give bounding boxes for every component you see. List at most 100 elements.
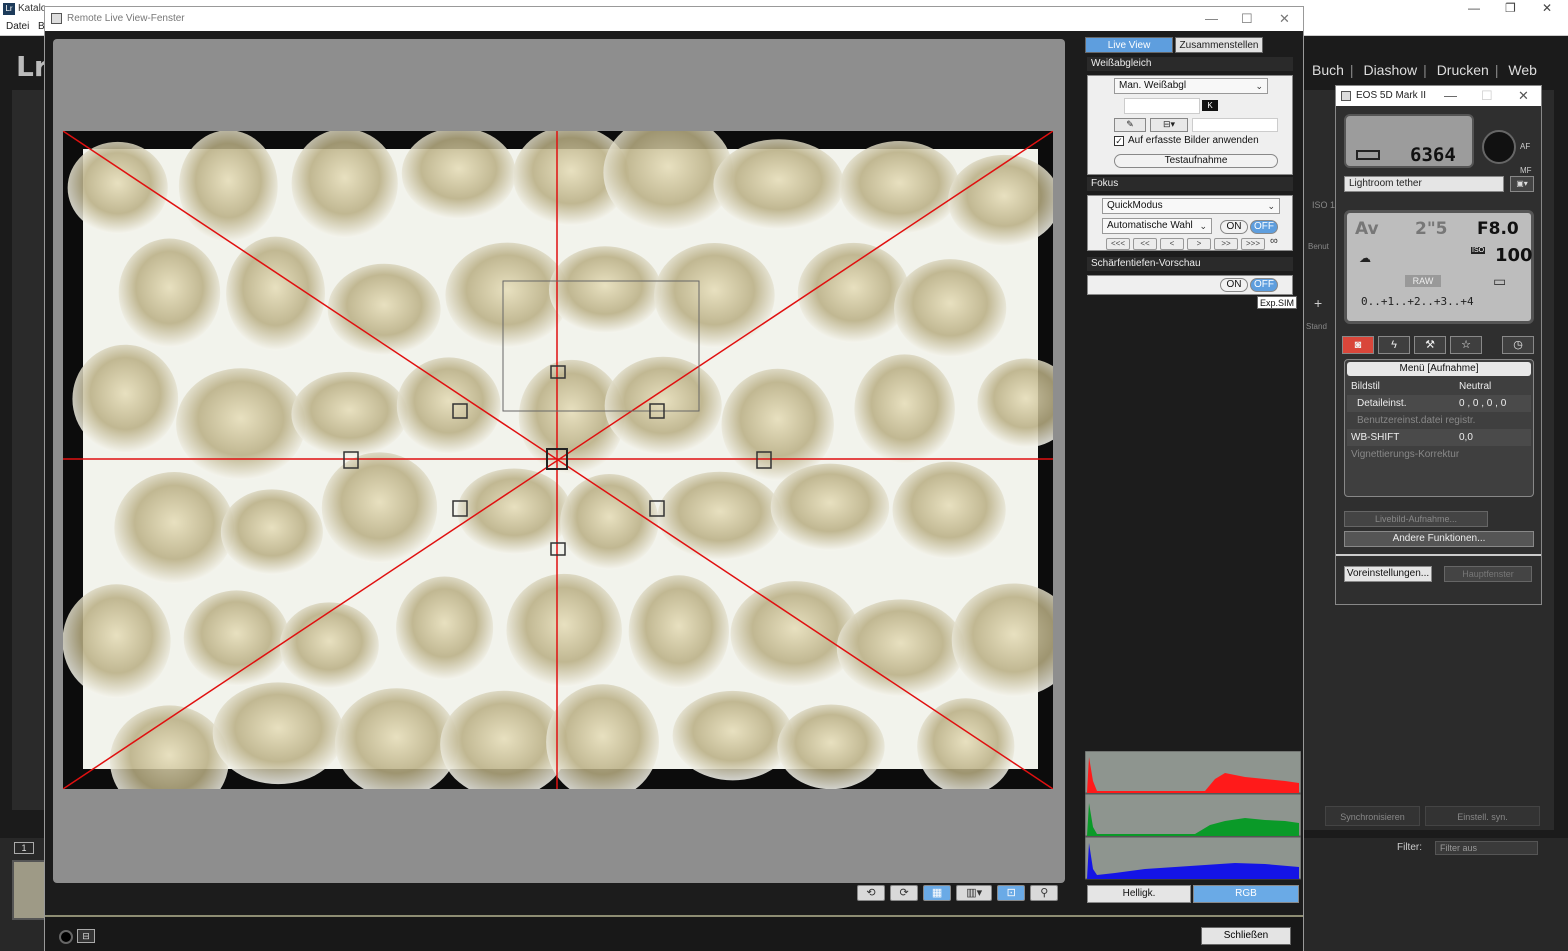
quality-value[interactable]: RAW — [1405, 275, 1441, 287]
sync-settings-button[interactable]: Einstell. syn. — [1425, 806, 1540, 826]
pebble — [506, 573, 622, 687]
aperture-value[interactable]: F8.0 — [1477, 219, 1519, 239]
apply-checkbox-label: Auf erfasste Bilder anwenden — [1128, 135, 1259, 146]
pebble — [770, 463, 890, 551]
rotate-right-icon[interactable]: ⟳ — [890, 885, 919, 901]
rotate-left-icon[interactable]: ⟲ — [857, 885, 885, 901]
focus-near1-button[interactable]: > — [1187, 238, 1211, 250]
pebble — [279, 602, 379, 689]
focus-far1-button[interactable]: < — [1160, 238, 1184, 250]
menu-row-detail-settings[interactable]: Detaileinst. 0 , 0 , 0 , 0 — [1347, 395, 1531, 412]
side-label-benut: Benut — [1308, 242, 1329, 251]
live-view-area[interactable] — [53, 39, 1065, 883]
restore-icon[interactable]: ❐ — [1505, 1, 1516, 15]
eos-app-icon — [1341, 91, 1351, 101]
focus-off-button[interactable]: OFF — [1250, 220, 1278, 234]
grid-icon[interactable]: ▦ — [923, 885, 952, 901]
focus-on-button[interactable]: ON — [1220, 220, 1248, 234]
focus-mode-select[interactable]: QuickModus ⌄ — [1102, 198, 1280, 214]
minimize-icon[interactable]: — — [1444, 88, 1457, 103]
live-view-toolbar: ⟲ ⟳ ▦ ▥▾ ⊡ ⚲ — [857, 885, 1060, 901]
module-web[interactable]: Web — [1502, 62, 1543, 78]
af-point-select[interactable]: Automatische Wahl ⌄ — [1102, 218, 1212, 234]
minimize-icon[interactable]: — — [1205, 11, 1218, 26]
menu-datei[interactable]: Datei — [6, 21, 29, 32]
white-balance-icon[interactable]: ☁ — [1359, 251, 1371, 265]
filter-select[interactable]: Filter aus — [1435, 841, 1538, 855]
histogram-brightness-button[interactable]: Helligk. — [1087, 885, 1191, 903]
close-icon[interactable]: ✕ — [1279, 11, 1290, 27]
other-functions-button[interactable]: Andere Funktionen... — [1344, 531, 1534, 547]
close-button[interactable]: Schließen — [1201, 927, 1291, 945]
live-view-overlay — [63, 131, 1053, 789]
tab-live-view[interactable]: Live View — [1085, 37, 1173, 53]
apply-checkbox[interactable]: ✓ — [1114, 136, 1124, 146]
tab-star-icon[interactable]: ☆ — [1450, 336, 1482, 354]
shutter-value[interactable]: 2"5 — [1415, 219, 1448, 239]
eos-title: EOS 5D Mark II — [1356, 90, 1427, 101]
test-shot-button[interactable]: Testaufnahme — [1114, 154, 1278, 168]
focus-near3-button[interactable]: >>> — [1241, 238, 1265, 250]
zoom-frame-icon[interactable]: ⊡ — [997, 885, 1026, 901]
eyedropper-icon[interactable]: ✎ — [1114, 118, 1146, 132]
camera-settings-icon[interactable]: ▣▾ — [1510, 176, 1534, 192]
tab-timer-icon[interactable]: ◷ — [1502, 336, 1534, 354]
remote-live-view-window: Remote Live View-Fenster — ☐ ✕ ⟲ ⟳ ▦ ▥▾ … — [44, 6, 1304, 951]
pebble — [604, 356, 722, 455]
aspect-icon[interactable]: ▥▾ — [956, 885, 993, 901]
module-diashow[interactable]: Diashow — [1357, 62, 1423, 78]
exposure-scale[interactable]: 0..+1..+2..+3..+4 — [1361, 295, 1474, 308]
pebble — [672, 690, 793, 781]
filmstrip-page[interactable]: 1 — [14, 842, 34, 854]
live-view-image[interactable] — [63, 131, 1053, 789]
menu-row-user-defined: Benutzereinst.datei registr. — [1357, 415, 1476, 426]
tab-camera-icon[interactable]: ◙ — [1342, 336, 1374, 354]
minimize-icon[interactable]: — — [1468, 1, 1480, 15]
pebble — [396, 576, 494, 680]
tab-flash-icon[interactable]: ϟ — [1378, 336, 1410, 354]
dof-off-button[interactable]: OFF — [1250, 278, 1278, 292]
white-balance-select[interactable]: Man. Weißabgl ⌄ — [1114, 78, 1268, 94]
wb-swatch — [1192, 118, 1278, 132]
close-icon[interactable]: ✕ — [1518, 88, 1529, 104]
iso-value[interactable]: 100 — [1495, 245, 1533, 266]
tab-tools-icon[interactable]: ⚒ — [1414, 336, 1446, 354]
liveview-monitor-icon[interactable]: ▭ — [1493, 273, 1506, 290]
magnifier-icon[interactable]: ⚲ — [1030, 885, 1059, 901]
pebble — [212, 682, 344, 785]
pebble — [560, 473, 659, 570]
focus-far2-button[interactable]: << — [1133, 238, 1157, 250]
pebble — [548, 246, 662, 334]
pebble — [176, 368, 306, 480]
white-balance-section: Man. Weißabgl ⌄ K ✎ ⊟▾ ✓ Auf erfasste Bil… — [1087, 75, 1293, 175]
camera-status-icon[interactable]: ⊟ — [77, 929, 95, 943]
remote-control-panel: Live View Zusammenstellen Weißabgleich M… — [1085, 37, 1301, 907]
focus-header: Fokus — [1087, 177, 1293, 191]
menu-row-wb-shift[interactable]: WB-SHIFT 0,0 — [1347, 429, 1531, 446]
kelvin-badge: K — [1202, 100, 1218, 111]
module-buch[interactable]: Buch — [1306, 62, 1350, 78]
pebble — [321, 452, 438, 563]
histogram-rgb-button[interactable]: RGB — [1193, 885, 1299, 903]
mode-value[interactable]: Av — [1355, 219, 1379, 239]
left-panel — [12, 90, 44, 810]
preferences-button[interactable]: Voreinstellungen... — [1344, 566, 1432, 582]
dof-on-button[interactable]: ON — [1220, 278, 1248, 292]
menu-row-picture-style[interactable]: Bildstil Neutral — [1347, 378, 1531, 395]
close-icon[interactable]: ✕ — [1542, 1, 1552, 15]
synchronize-button[interactable]: Synchronisieren — [1325, 806, 1420, 826]
pebble — [628, 575, 730, 689]
main-window-button: Hauptfenster — [1444, 566, 1532, 582]
focus-near2-button[interactable]: >> — [1214, 238, 1238, 250]
pebble — [291, 371, 408, 457]
module-drucken[interactable]: Drucken — [1431, 62, 1495, 78]
eos-titlebar: EOS 5D Mark II — ☐ ✕ — [1336, 86, 1541, 106]
focus-far3-button[interactable]: <<< — [1106, 238, 1130, 250]
plus-icon[interactable]: + — [1314, 295, 1322, 311]
kelvin-input[interactable] — [1124, 98, 1200, 114]
tab-zusammenstellen[interactable]: Zusammenstellen — [1175, 37, 1263, 53]
mode-dial-icon[interactable] — [1482, 130, 1516, 164]
maximize-icon[interactable]: ☐ — [1241, 11, 1253, 27]
wb-click-icon[interactable]: ⊟▾ — [1150, 118, 1188, 132]
pebble — [839, 141, 960, 235]
